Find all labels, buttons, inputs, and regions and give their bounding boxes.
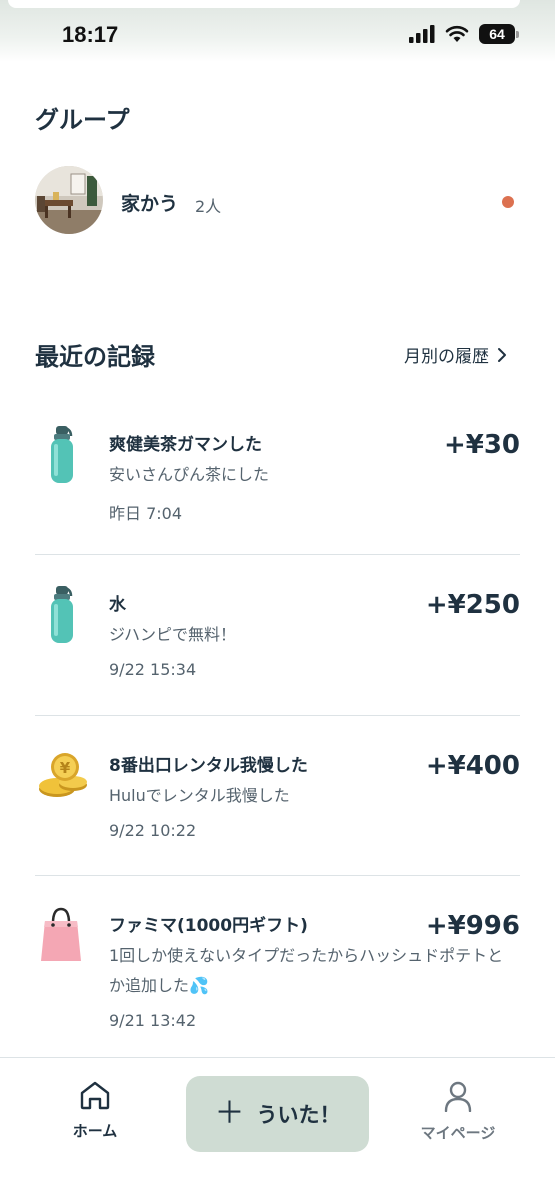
cellular-signal-icon: [409, 25, 435, 43]
group-section-title: グループ: [35, 106, 130, 134]
tab-home[interactable]: ホーム: [40, 1080, 150, 1141]
record-title: ファミマ(1000円ギフト): [109, 916, 308, 936]
record-memo: 1回しか使えないタイプだったからハッシュドポテトとか追加した💦: [109, 946, 504, 995]
record-title: 8番出口レンタル我慢した: [109, 756, 308, 776]
person-icon: [444, 1081, 472, 1113]
record-divider: [35, 554, 520, 555]
record-title: 爽健美茶ガマンした: [109, 435, 262, 455]
status-icons: 64: [409, 24, 519, 44]
record-time: 9/22 10:22: [109, 821, 197, 840]
recent-section-title: 最近の記録: [35, 343, 155, 371]
svg-text:¥: ¥: [60, 759, 71, 777]
record-amount: +¥30: [443, 430, 520, 460]
status-time: 18:17: [62, 22, 119, 47]
tab-mypage[interactable]: マイページ: [403, 1080, 513, 1143]
bottom-tab-bar: ホーム ＋ ういた！ マイページ: [0, 1057, 555, 1200]
wifi-icon: [445, 25, 469, 42]
record-memo: ジハンピで無料！: [109, 625, 237, 644]
record-memo: Huluでレンタル我慢した: [109, 786, 290, 805]
water-bottle-icon: [35, 424, 91, 488]
tab-mypage-label: マイページ: [420, 1124, 496, 1142]
shopping-bag-icon: [35, 905, 91, 969]
add-record-label: ういた！: [256, 1103, 341, 1127]
unread-indicator: [502, 196, 514, 208]
record-item[interactable]: ファミマ(1000円ギフト) +¥996 1回しか使えないタイプだったからハッシ…: [35, 905, 520, 1035]
monthly-history-link[interactable]: 月別の履歴: [404, 342, 507, 367]
monthly-history-label: 月別の履歴: [404, 347, 489, 367]
record-item[interactable]: 爽健美茶ガマンした +¥30 安いさんぴん茶にした 昨日 7:04: [35, 424, 520, 534]
plus-icon: ＋: [214, 1096, 245, 1131]
record-time: 9/21 13:42: [109, 1011, 197, 1030]
battery-indicator: 64: [479, 24, 519, 44]
record-amount: +¥250: [425, 590, 520, 620]
add-record-button[interactable]: ＋ ういた！: [186, 1076, 369, 1152]
group-member-count: 2人: [195, 197, 222, 216]
record-divider: [35, 875, 520, 876]
group-avatar: [35, 166, 103, 234]
group-name: 家かう: [121, 193, 179, 215]
water-bottle-icon: [35, 584, 91, 648]
record-memo: 安いさんぴん茶にした: [109, 465, 270, 484]
group-row[interactable]: 家かう 2人: [35, 166, 520, 236]
record-time: 昨日 7:04: [109, 504, 183, 523]
record-item[interactable]: 水 +¥250 ジハンピで無料！ 9/22 15:34: [35, 584, 520, 694]
status-bar: 18:17 64: [0, 0, 555, 62]
record-time: 9/22 15:34: [109, 660, 197, 679]
gold-coins-icon: ¥: [35, 745, 91, 809]
tab-home-label: ホーム: [72, 1122, 118, 1140]
previous-screen-card: [8, 0, 520, 8]
record-divider: [35, 715, 520, 716]
chevron-right-icon: [498, 347, 506, 362]
record-amount: +¥996: [425, 911, 520, 941]
home-icon: [80, 1081, 110, 1110]
record-amount: +¥400: [425, 751, 520, 781]
record-item[interactable]: ¥ 8番出口レンタル我慢した +¥400 Huluでレンタル我慢した 9/22 …: [35, 745, 520, 855]
record-title: 水: [109, 595, 126, 615]
